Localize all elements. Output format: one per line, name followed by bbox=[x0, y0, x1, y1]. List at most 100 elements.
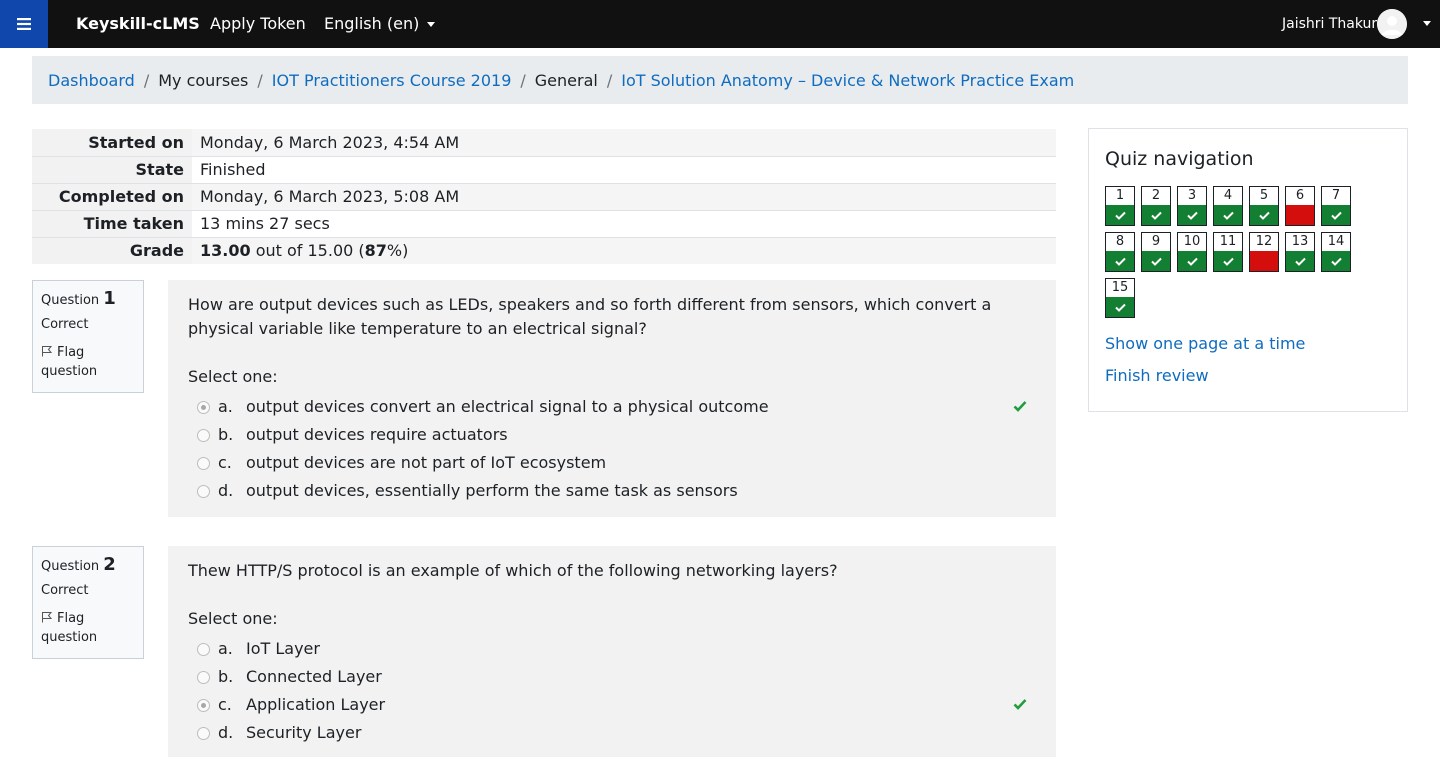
quiz-nav-button-number: 11 bbox=[1219, 234, 1237, 249]
radio-button[interactable] bbox=[197, 484, 210, 498]
answer-letter: a. bbox=[218, 397, 233, 416]
quiz-nav-button-15[interactable]: 15 bbox=[1105, 278, 1135, 318]
correct-status bbox=[1322, 251, 1350, 271]
incorrect-status bbox=[1250, 251, 1278, 271]
correct-status bbox=[1322, 205, 1350, 225]
answer-option-a[interactable]: a. IoT Layer bbox=[188, 635, 1036, 663]
correct-status bbox=[1106, 297, 1134, 317]
breadcrumb-separator: / bbox=[257, 70, 263, 90]
quiz-nav-button-13[interactable]: 13 bbox=[1285, 232, 1315, 272]
user-name[interactable]: Jaishri Thakur bbox=[1282, 14, 1377, 34]
radio-button[interactable] bbox=[197, 726, 210, 740]
flag-question-link[interactable]: Flag question bbox=[41, 343, 135, 381]
quiz-nav-button-number: 10 bbox=[1183, 234, 1201, 249]
language-menu-label: English (en) bbox=[324, 14, 420, 33]
checkmark-icon bbox=[1222, 257, 1234, 266]
breadcrumb-course[interactable]: IOT Practitioners Course 2019 bbox=[272, 71, 512, 90]
quiz-nav-button-4[interactable]: 4 bbox=[1213, 186, 1243, 226]
answer-text: output devices require actuators bbox=[246, 425, 508, 444]
checkmark-icon bbox=[1186, 211, 1198, 220]
flag-question-link[interactable]: Flag question bbox=[41, 609, 135, 647]
summary-label: Grade bbox=[32, 237, 192, 264]
summary-value: Finished bbox=[192, 156, 1056, 183]
correct-status bbox=[1142, 251, 1170, 271]
answer-option-d[interactable]: d. Security Layer bbox=[188, 719, 1036, 747]
answer-letter: a. bbox=[218, 639, 233, 658]
checkmark-icon bbox=[1013, 699, 1027, 710]
answer-text: Application Layer bbox=[246, 695, 386, 714]
apply-token-link[interactable]: Apply Token bbox=[210, 13, 306, 35]
checkmark-icon bbox=[1258, 211, 1270, 220]
radio-button[interactable] bbox=[197, 642, 210, 656]
answer-letter: d. bbox=[218, 723, 234, 742]
quiz-nav-button-10[interactable]: 10 bbox=[1177, 232, 1207, 272]
quiz-nav-button-6[interactable]: 6 bbox=[1285, 186, 1315, 226]
question-content-2: Thew HTTP/S protocol is an example of wh… bbox=[168, 546, 1056, 757]
answer-option-a[interactable]: a. output devices convert an electrical … bbox=[188, 393, 1036, 421]
checkmark-icon bbox=[1330, 257, 1342, 266]
show-one-page-link[interactable]: Show one page at a time bbox=[1105, 333, 1305, 355]
grade-suffix: %) bbox=[386, 241, 409, 261]
quiz-nav-button-number: 2 bbox=[1151, 188, 1161, 203]
quiz-nav-button-11[interactable]: 11 bbox=[1213, 232, 1243, 272]
finish-review-link[interactable]: Finish review bbox=[1105, 365, 1209, 387]
question-info-1: Question 1 Correct Flag question bbox=[32, 280, 144, 393]
question-number: Question 1 bbox=[41, 289, 135, 311]
radio-button[interactable] bbox=[197, 428, 210, 442]
summary-label: State bbox=[32, 156, 192, 183]
summary-label: Time taken bbox=[32, 210, 192, 237]
question-word: Question bbox=[41, 293, 100, 308]
quiz-nav-button-1[interactable]: 1 bbox=[1105, 186, 1135, 226]
question-info-2: Question 2 Correct Flag question bbox=[32, 546, 144, 659]
site-brand-link[interactable]: Keyskill-cLMS bbox=[76, 13, 200, 35]
answer-letter: b. bbox=[218, 425, 234, 444]
answer-option-b[interactable]: b. Connected Layer bbox=[188, 663, 1036, 691]
quiz-nav-button-14[interactable]: 14 bbox=[1321, 232, 1351, 272]
quiz-nav-button-number: 14 bbox=[1327, 234, 1345, 249]
summary-row-completed: Completed on Monday, 6 March 2023, 5:08 … bbox=[32, 183, 1056, 210]
breadcrumb-dashboard[interactable]: Dashboard bbox=[48, 71, 135, 90]
checkmark-icon bbox=[1222, 211, 1234, 220]
language-menu[interactable]: English (en) bbox=[324, 13, 436, 35]
quiz-nav-button-7[interactable]: 7 bbox=[1321, 186, 1351, 226]
quiz-nav-button-8[interactable]: 8 bbox=[1105, 232, 1135, 272]
side-drawer-toggle-button[interactable] bbox=[0, 0, 48, 48]
answer-text: Security Layer bbox=[246, 723, 362, 742]
user-menu-chevron-down-icon[interactable] bbox=[1423, 21, 1431, 26]
answer-option-d[interactable]: d. output devices, essentially perform t… bbox=[188, 477, 1036, 505]
answer-letter: b. bbox=[218, 667, 234, 686]
quiz-nav-button-5[interactable]: 5 bbox=[1249, 186, 1279, 226]
quiz-nav-button-12[interactable]: 12 bbox=[1249, 232, 1279, 272]
question-word: Question bbox=[41, 559, 100, 574]
checkmark-icon bbox=[1114, 257, 1126, 266]
answer-option-b[interactable]: b. output devices require actuators bbox=[188, 421, 1036, 449]
correct-status bbox=[1250, 205, 1278, 225]
quiz-nav-button-2[interactable]: 2 bbox=[1141, 186, 1171, 226]
quiz-nav-button-number: 12 bbox=[1255, 234, 1273, 249]
flag-icon bbox=[42, 346, 53, 357]
quiz-nav-button-9[interactable]: 9 bbox=[1141, 232, 1171, 272]
breadcrumb-quiz[interactable]: IoT Solution Anatomy – Device & Network … bbox=[621, 71, 1074, 90]
answer-option-c[interactable]: c. output devices are not part of IoT ec… bbox=[188, 449, 1036, 477]
quiz-nav-button-number: 1 bbox=[1115, 188, 1125, 203]
top-navbar: Keyskill-cLMS Apply Token English (en) J… bbox=[0, 0, 1440, 48]
radio-button[interactable] bbox=[197, 456, 210, 470]
breadcrumb: Dashboard / My courses / IOT Practitione… bbox=[32, 56, 1408, 104]
select-one-prompt: Select one: bbox=[188, 609, 278, 628]
radio-button[interactable] bbox=[197, 670, 210, 684]
answer-text: IoT Layer bbox=[246, 639, 320, 658]
quiz-nav-button-number: 3 bbox=[1187, 188, 1197, 203]
correct-status bbox=[1178, 251, 1206, 271]
quiz-nav-button-number: 9 bbox=[1151, 234, 1161, 249]
avatar[interactable] bbox=[1377, 9, 1407, 39]
question-content-1: How are output devices such as LEDs, spe… bbox=[168, 280, 1056, 517]
quiz-nav-button-number: 13 bbox=[1291, 234, 1309, 249]
flag-icon bbox=[42, 612, 53, 623]
summary-row-state: State Finished bbox=[32, 156, 1056, 183]
answer-option-c[interactable]: c. Application Layer bbox=[188, 691, 1036, 719]
radio-button[interactable] bbox=[197, 698, 210, 712]
checkmark-icon bbox=[1150, 257, 1162, 266]
checkmark-icon bbox=[1114, 211, 1126, 220]
radio-button[interactable] bbox=[197, 400, 210, 414]
quiz-nav-button-3[interactable]: 3 bbox=[1177, 186, 1207, 226]
